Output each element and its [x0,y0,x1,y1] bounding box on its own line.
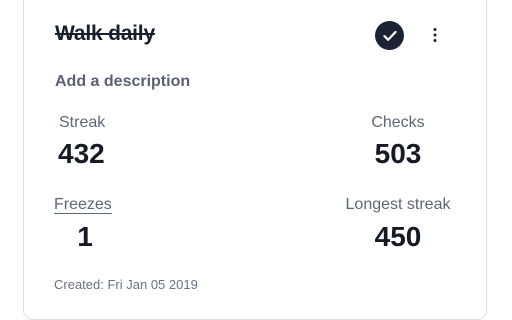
complete-toggle-button[interactable] [375,21,404,50]
streak-label: Streak [59,114,106,131]
checks-label: Checks [371,114,425,131]
freezes-link[interactable]: Freezes [54,196,112,214]
freezes-value: 1 [77,221,93,252]
more-options-button[interactable] [425,22,445,48]
longest-streak-value: 450 [374,221,422,252]
longest-streak-label: Longest streak [345,196,451,213]
more-vertical-icon [433,28,437,42]
streak-value: 432 [58,138,105,169]
created-date: Created: Fri Jan 05 2019 [54,277,198,292]
habit-title[interactable]: Walk daily [55,22,155,46]
check-icon [382,30,397,41]
description-field[interactable]: Add a description [55,73,190,91]
checks-value: 503 [374,138,422,169]
